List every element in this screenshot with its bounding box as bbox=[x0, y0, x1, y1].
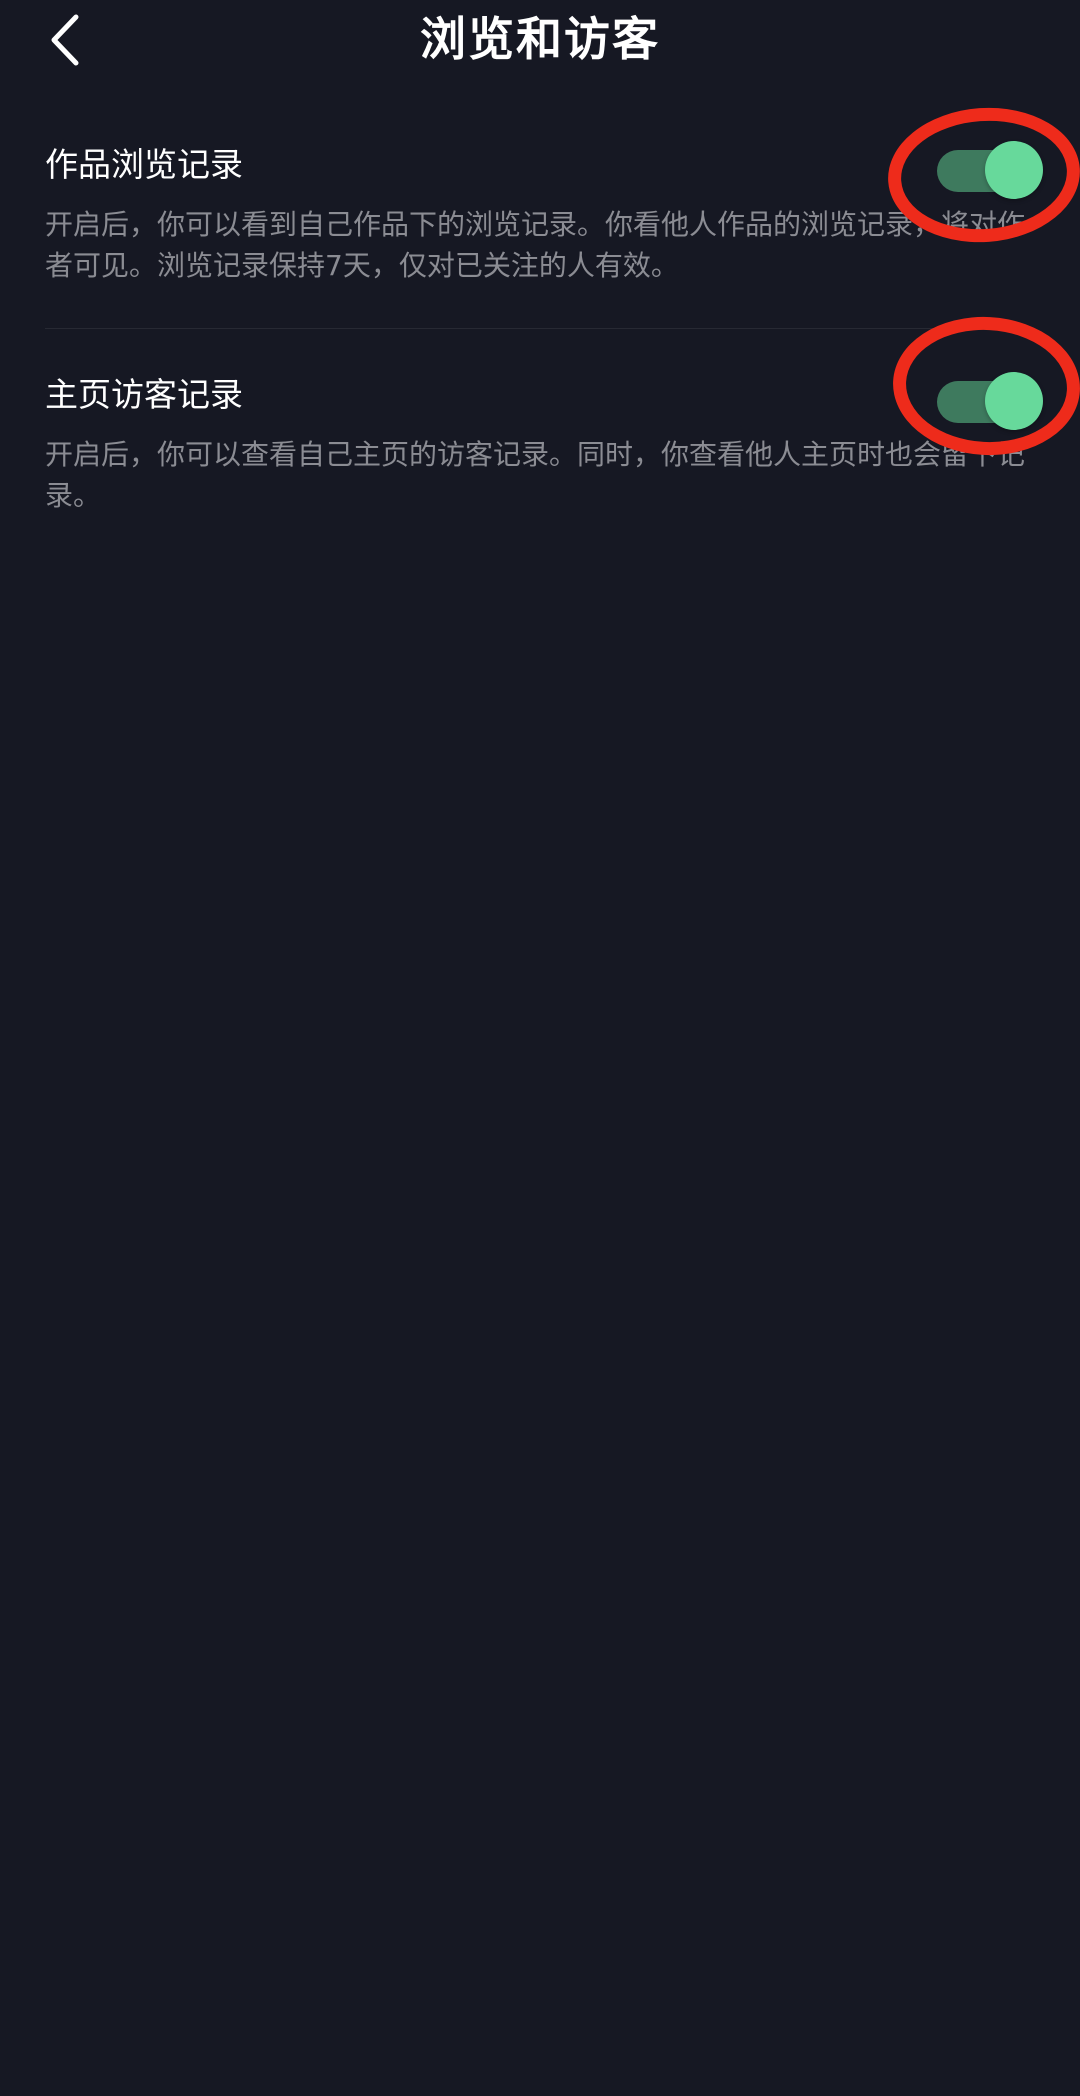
setting-item-profile-visitors: 主页访客记录 开启后，你可以查看自己主页的访客记录。同时，你查看他人主页时也会留… bbox=[45, 370, 1035, 516]
setting-description: 开启后，你可以看到自己作品下的浏览记录。你看他人作品的浏览记录，将对作者可见。浏… bbox=[45, 208, 1026, 282]
setting-description: 开启后，你可以查看自己主页的访客记录。同时，你查看他人主页时也会留下记录。 bbox=[45, 438, 1026, 512]
work-views-toggle[interactable] bbox=[937, 141, 1043, 199]
setting-title: 主页访客记录 bbox=[45, 375, 243, 414]
settings-page: 浏览和访客 作品浏览记录 开启后，你可以看到自己作品下的浏览记录。你看他人作品的… bbox=[0, 0, 1080, 2096]
page-title: 浏览和访客 bbox=[420, 12, 660, 66]
toggle-knob bbox=[985, 141, 1043, 199]
profile-visitors-toggle[interactable] bbox=[937, 372, 1043, 430]
divider bbox=[45, 328, 1035, 329]
setting-item-work-views: 作品浏览记录 开启后，你可以看到自己作品下的浏览记录。你看他人作品的浏览记录，将… bbox=[45, 140, 1035, 286]
toggle-knob bbox=[985, 372, 1043, 430]
setting-title: 作品浏览记录 bbox=[45, 145, 243, 184]
top-bar: 浏览和访客 bbox=[0, 0, 1080, 80]
